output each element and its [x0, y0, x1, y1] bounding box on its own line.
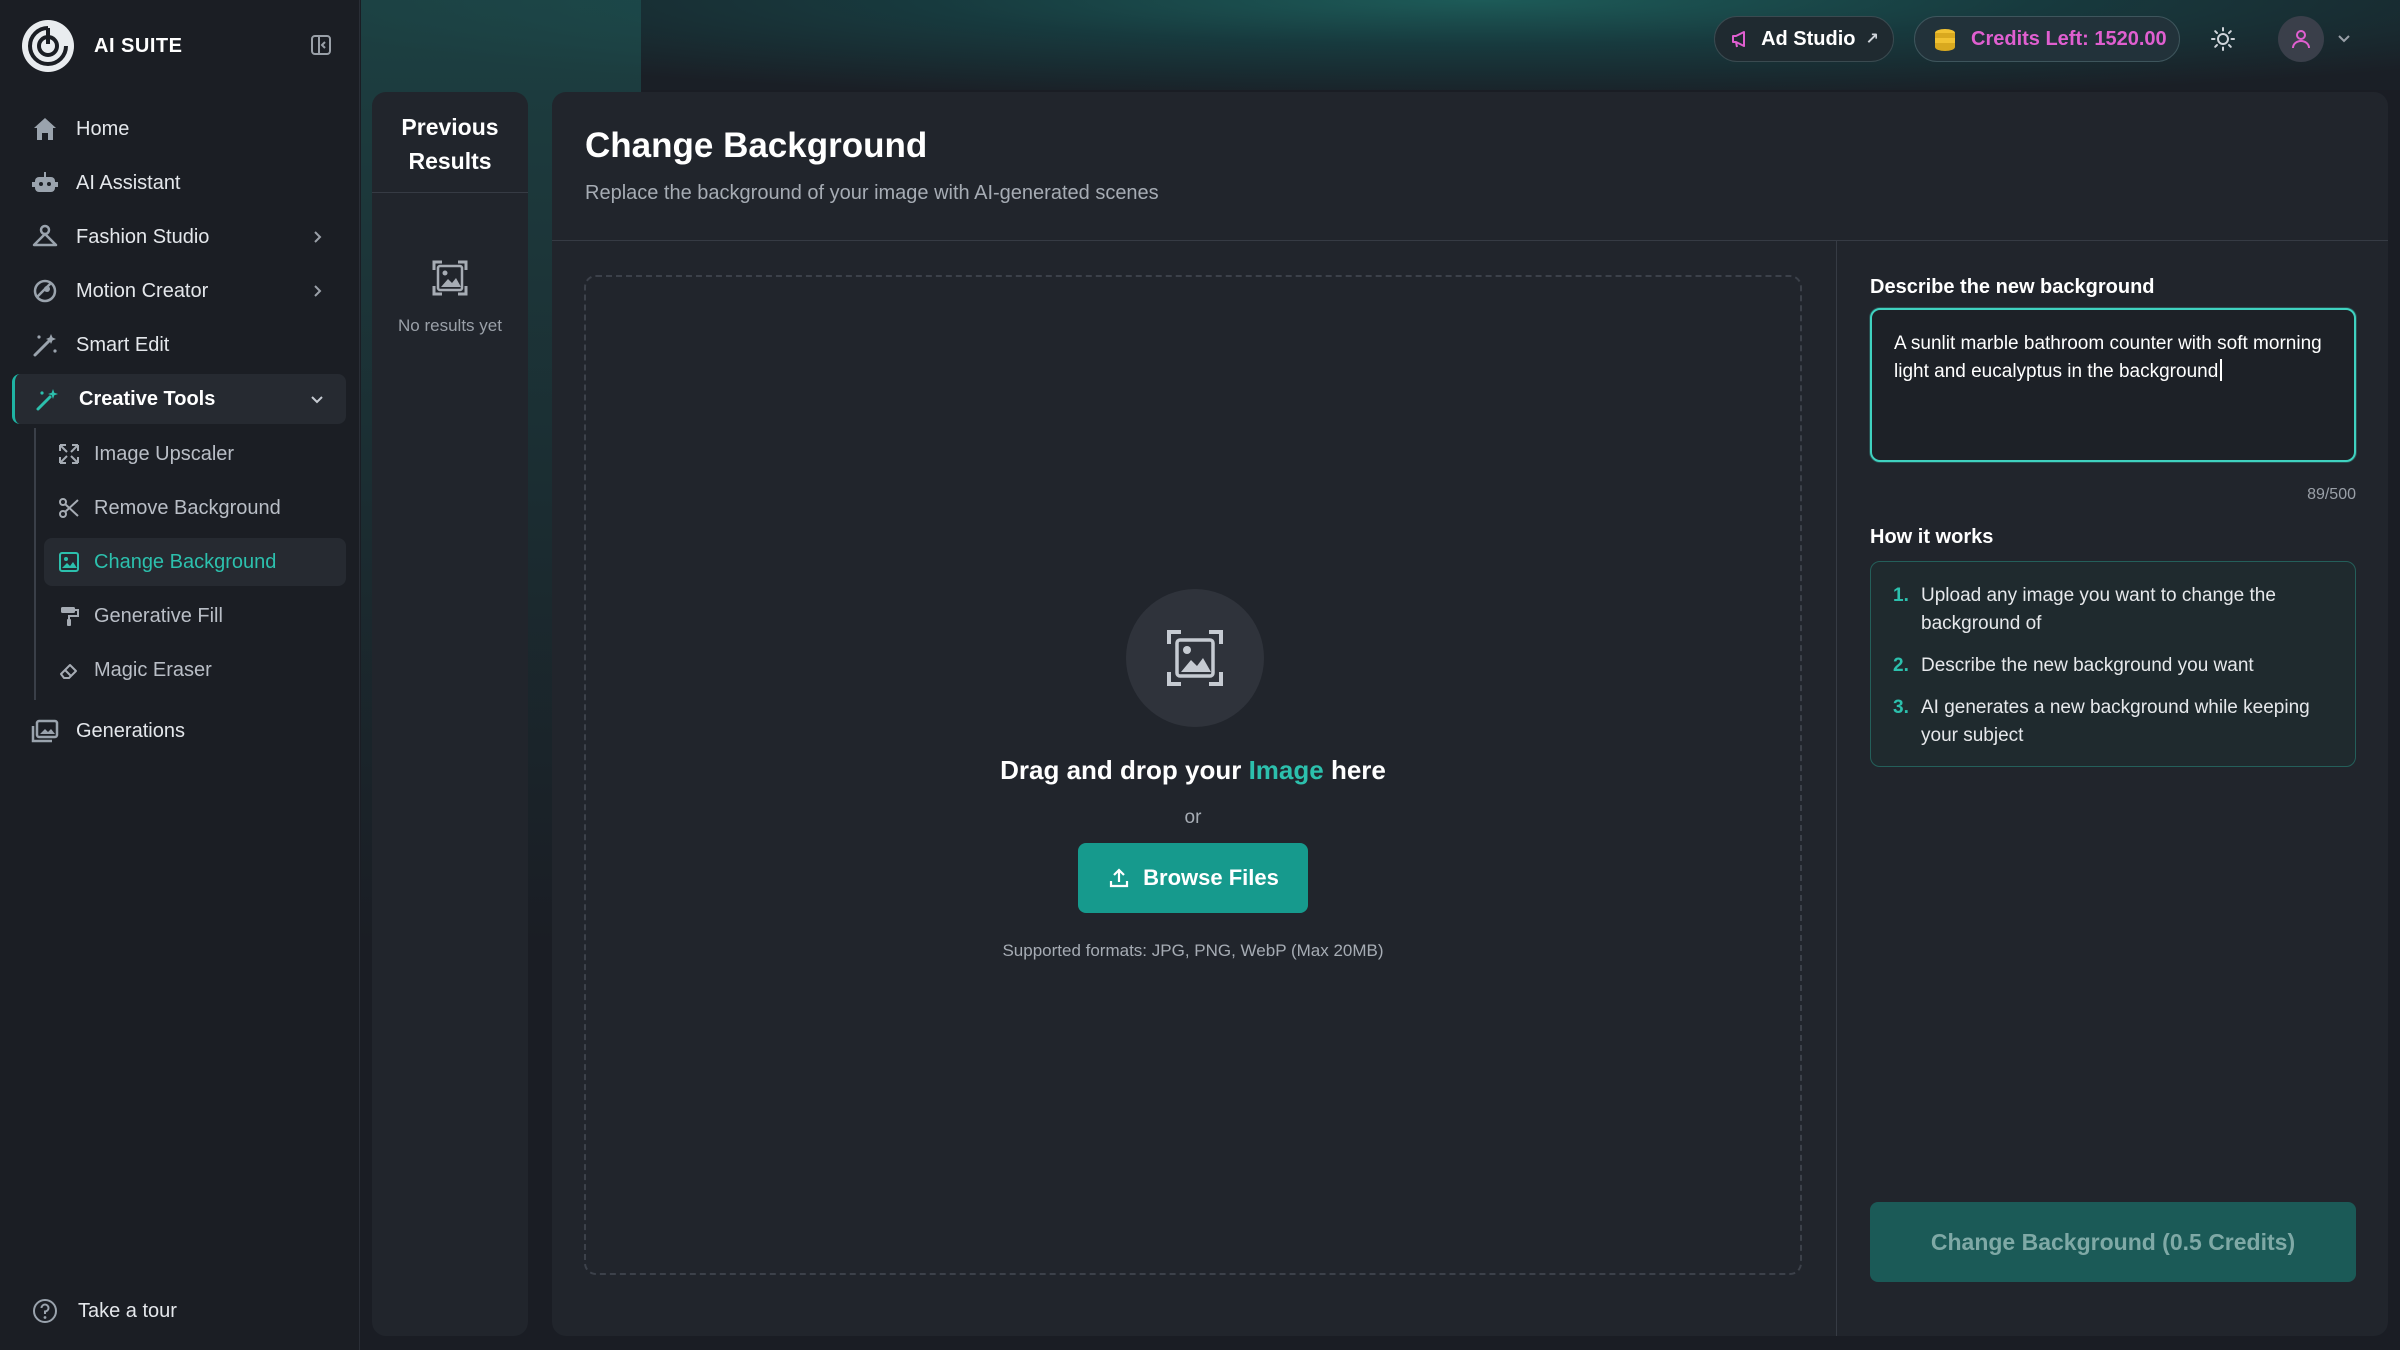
- robot-icon: [30, 168, 60, 198]
- credits-label: Credits Left: 1520.00: [1971, 27, 2167, 50]
- divider: [372, 192, 528, 193]
- how-it-works-label: How it works: [1870, 526, 1994, 548]
- avatar[interactable]: [2278, 16, 2324, 62]
- how-it-works-box: 1. Upload any image you want to change th…: [1870, 561, 2356, 767]
- divider: [552, 240, 2388, 241]
- how-it-works-step: 3. AI generates a new background while ke…: [1893, 697, 2310, 746]
- sidebar-item-label: Home: [76, 117, 130, 140]
- ad-studio-label: Ad Studio: [1761, 27, 1856, 50]
- character-count: 89/500: [2307, 486, 2356, 503]
- sidebar-item-label: Creative Tools: [79, 387, 216, 410]
- home-icon: [30, 114, 60, 144]
- coins-icon: [1931, 25, 1959, 53]
- sidebar-item-label: Generations: [76, 719, 185, 742]
- previous-results-title: Previous Results: [401, 114, 499, 174]
- scissors-icon: [56, 495, 82, 521]
- background-description-textarea[interactable]: A sunlit marble bathroom counter with so…: [1870, 308, 2356, 462]
- sidebar-item-fashion-studio[interactable]: Fashion Studio: [12, 212, 346, 262]
- upload-icon: [1107, 866, 1131, 890]
- sidebar-subitem-label: Image Upscaler: [94, 442, 235, 465]
- text-caret: [2220, 359, 2223, 381]
- dropzone-title: Drag and drop your Image here: [1000, 755, 1386, 785]
- dropzone-title-highlight: Image: [1248, 755, 1324, 785]
- describe-background-label: Describe the new background: [1870, 276, 2155, 298]
- chevron-right-icon: [306, 280, 328, 302]
- eraser-icon: [56, 657, 82, 683]
- sidebar-subitem-change-background[interactable]: Change Background: [44, 538, 346, 586]
- submenu-guide-line: [34, 428, 36, 700]
- sidebar-subitem-label: Remove Background: [94, 496, 281, 519]
- sidebar-subitem-remove-background[interactable]: Remove Background: [44, 484, 346, 532]
- user-icon: [2292, 30, 2310, 49]
- dropzone-or-text: or: [1184, 807, 1202, 828]
- how-it-works-step: 2. Describe the new background you want: [1893, 655, 2254, 676]
- paint-roller-icon: [56, 603, 82, 629]
- sidebar-item-generations[interactable]: Generations: [12, 706, 346, 756]
- sidebar: AI SUITE Home AI Assistant Fashion Studi…: [0, 0, 360, 1350]
- brand-logo-icon: [22, 20, 74, 72]
- chevron-right-icon: [306, 226, 328, 248]
- sidebar-subitem-label: Generative Fill: [94, 604, 223, 627]
- change-background-submit-button[interactable]: Change Background (0.5 Credits): [1870, 1202, 2356, 1282]
- sidebar-subitem-generative-fill[interactable]: Generative Fill: [44, 592, 346, 640]
- hanger-icon: [30, 222, 60, 252]
- wand-sparkle-icon: [33, 384, 63, 414]
- browse-files-label: Browse Files: [1143, 865, 1279, 890]
- ad-studio-button[interactable]: Ad Studio ↗: [1714, 16, 1894, 62]
- brand[interactable]: AI SUITE: [22, 20, 182, 72]
- sidebar-item-motion-creator[interactable]: Motion Creator: [12, 266, 346, 316]
- brand-name: AI SUITE: [94, 34, 183, 57]
- sidebar-item-label: Motion Creator: [76, 279, 209, 302]
- sidebar-subitem-magic-eraser[interactable]: Magic Eraser: [44, 646, 346, 694]
- sidebar-item-creative-tools[interactable]: Creative Tools: [12, 374, 346, 424]
- image-placeholder-icon: [428, 256, 472, 300]
- sidebar-item-smart-edit[interactable]: Smart Edit: [12, 320, 346, 370]
- sidebar-item-label: Fashion Studio: [76, 225, 210, 248]
- motion-icon: [30, 276, 60, 306]
- chevron-down-icon: [306, 388, 328, 410]
- sidebar-subitem-label: Change Background: [94, 550, 277, 573]
- image-frame-icon: [56, 549, 82, 575]
- sidebar-item-label: Smart Edit: [76, 333, 170, 356]
- help-circle-icon: [30, 1296, 60, 1326]
- page-title: Change Background: [585, 126, 928, 165]
- image-dropzone[interactable]: Drag and drop your Image here or Browse …: [584, 275, 1802, 1275]
- previous-results-panel: Previous Results No results yet: [372, 92, 528, 1336]
- expand-icon: [56, 441, 82, 467]
- options-panel: Describe the new background A sunlit mar…: [1870, 276, 2356, 1326]
- submit-label: Change Background (0.5 Credits): [1930, 1228, 2296, 1255]
- column-divider: [1836, 241, 1837, 1336]
- how-it-works-step: 1. Upload any image you want to change th…: [1893, 585, 2276, 634]
- sidebar-item-label: AI Assistant: [76, 171, 181, 194]
- supported-formats-text: Supported formats: JPG, PNG, WebP (Max 2…: [1002, 941, 1384, 960]
- page-subtitle: Replace the background of your image wit…: [585, 182, 1159, 204]
- theme-toggle-sun-icon[interactable]: [2208, 24, 2238, 54]
- gallery-icon: [30, 716, 60, 746]
- no-results-text: No results yet: [398, 316, 502, 335]
- sidebar-subitem-image-upscaler[interactable]: Image Upscaler: [44, 430, 346, 478]
- external-link-icon: ↗: [1865, 31, 1879, 48]
- chevron-down-icon[interactable]: [2334, 28, 2354, 48]
- magic-wand-icon: [30, 330, 60, 360]
- sidebar-subitem-label: Magic Eraser: [94, 658, 212, 681]
- upload-image-icon: [1126, 589, 1264, 727]
- browse-files-button[interactable]: Browse Files: [1078, 843, 1308, 913]
- sidebar-item-home[interactable]: Home: [12, 104, 346, 154]
- credits-badge[interactable]: Credits Left: 1520.00: [1914, 16, 2180, 62]
- sidebar-item-ai-assistant[interactable]: AI Assistant: [12, 158, 346, 208]
- take-a-tour-label: Take a tour: [78, 1299, 177, 1322]
- megaphone-icon: [1729, 28, 1751, 50]
- take-a-tour-link[interactable]: Take a tour: [30, 1296, 177, 1326]
- sidebar-collapse-icon[interactable]: [308, 32, 334, 58]
